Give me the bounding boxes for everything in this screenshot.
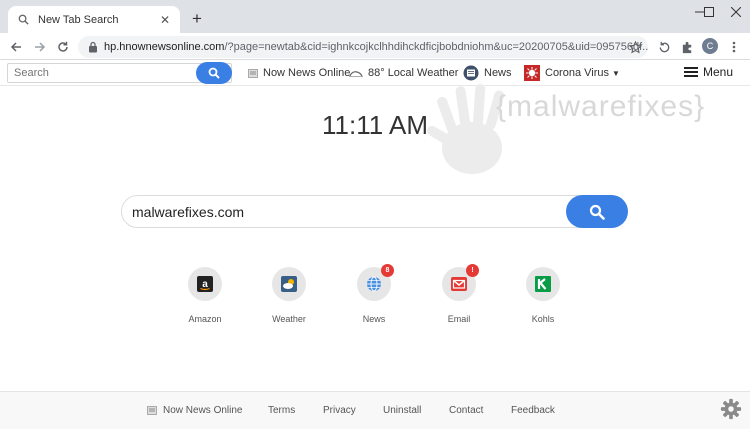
maximize-button[interactable] — [700, 0, 718, 24]
new-tab-button[interactable]: + — [188, 10, 206, 28]
tab-new-tab-search[interactable]: New Tab Search ✕ — [8, 6, 180, 33]
nav-now-news-online[interactable]: Now News Online — [248, 65, 350, 81]
shortcut-email[interactable]: ! Email — [429, 264, 489, 324]
weather-cloud-icon — [272, 267, 306, 301]
svg-text:a: a — [202, 279, 208, 290]
kohls-icon — [526, 267, 560, 301]
nav-now-news-online-label: Now News Online — [263, 67, 351, 79]
footer-link-terms[interactable]: Terms — [268, 405, 295, 416]
clock: 11:11 AM — [322, 110, 428, 140]
profile-avatar[interactable]: C — [702, 38, 718, 54]
reload-button[interactable] — [53, 37, 73, 57]
amazon-icon: a — [188, 267, 222, 301]
shortcut-news[interactable]: 8 News — [344, 264, 404, 324]
tab-strip: New Tab Search ✕ + — [0, 0, 750, 33]
back-button[interactable] — [6, 37, 26, 57]
browser-toolbar: hp.hnownewsonline.com/?page=newtab&cid=i… — [0, 33, 750, 60]
weather-icon — [349, 69, 363, 77]
shortcut-weather-label: Weather — [272, 314, 306, 324]
browser-menu-icon[interactable] — [724, 37, 744, 57]
news-badge: 8 — [381, 264, 394, 277]
navbar-search-button[interactable] — [196, 62, 232, 84]
newspaper-icon — [248, 68, 258, 78]
main-search-input[interactable] — [121, 195, 627, 228]
tab-title: New Tab Search — [38, 13, 119, 26]
settings-gear-icon[interactable] — [720, 398, 742, 420]
shortcut-kohls-label: Kohls — [531, 314, 555, 324]
search-icon — [16, 13, 30, 27]
globe-icon: 8 — [357, 264, 394, 301]
footer-link-contact[interactable]: Contact — [449, 405, 483, 416]
history-icon[interactable] — [654, 37, 674, 57]
page-footer: Now News Online Terms Privacy Uninstall … — [0, 391, 750, 429]
footer-link-now-news-online-label: Now News Online — [163, 405, 243, 416]
extensions-puzzle-icon[interactable] — [677, 37, 697, 57]
search-icon — [589, 204, 605, 220]
forward-button[interactable] — [30, 37, 50, 57]
shortcut-email-label: Email — [447, 314, 471, 324]
page-menu-label: Menu — [703, 65, 734, 79]
footer-link-uninstall[interactable]: Uninstall — [383, 405, 421, 416]
email-icon: ! — [442, 264, 479, 301]
footer-link-now-news-online[interactable]: Now News Online — [147, 405, 242, 416]
search-icon — [208, 67, 220, 79]
page-menu-button[interactable]: Menu — [684, 65, 733, 79]
shortcut-amazon[interactable]: a Amazon — [175, 267, 235, 324]
email-badge: ! — [466, 264, 479, 277]
footer-link-feedback[interactable]: Feedback — [511, 405, 555, 416]
lock-icon — [88, 41, 98, 53]
close-tab-icon[interactable]: ✕ — [158, 13, 172, 27]
caret-down-icon: ▼ — [612, 68, 620, 78]
shortcut-amazon-label: Amazon — [188, 314, 222, 324]
url-host: hp.hnownewsonline.com — [104, 41, 225, 53]
close-window-button[interactable] — [718, 0, 750, 24]
shortcut-kohls[interactable]: Kohls — [513, 267, 573, 324]
newspaper-icon — [147, 406, 157, 415]
shortcut-news-label: News — [362, 314, 386, 324]
shortcut-weather[interactable]: Weather — [259, 267, 319, 324]
bookmark-star-icon[interactable] — [625, 37, 645, 57]
address-bar[interactable]: hp.hnownewsonline.com/?page=newtab&cid=i… — [78, 36, 648, 58]
url-path: /?page=newtab&cid=ighnkcojkclhhdihckdfic… — [224, 41, 648, 53]
main-search-button[interactable] — [566, 195, 628, 228]
hamburger-icon — [684, 67, 698, 77]
footer-link-privacy[interactable]: Privacy — [323, 405, 356, 416]
